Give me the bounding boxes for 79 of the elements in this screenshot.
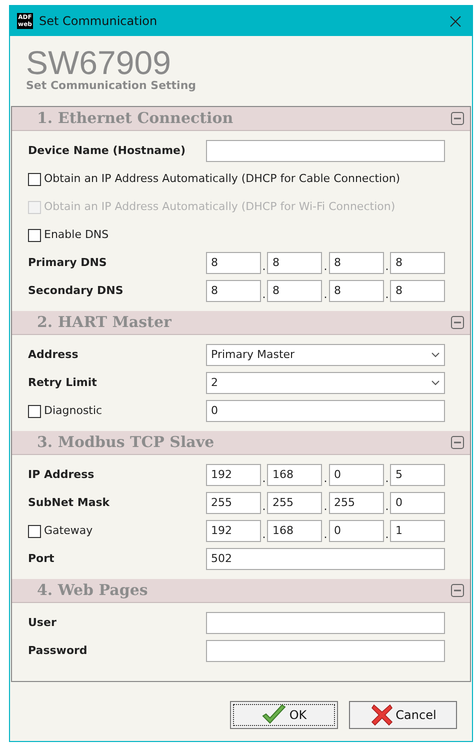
collapse-icon[interactable] xyxy=(451,436,464,449)
field-label: SubNet Mask xyxy=(28,494,111,511)
field-label: IP Address xyxy=(28,466,96,483)
ip-separator: . xyxy=(384,288,390,302)
collapse-icon[interactable] xyxy=(451,316,464,329)
section-title: 2. HART Master xyxy=(37,312,172,334)
checkbox[interactable] xyxy=(28,524,41,538)
checkbox-label: Obtain an IP Address Automatically (DHCP for Cable Connection) xyxy=(44,170,400,187)
field-label: Secondary DNS xyxy=(28,282,124,299)
ip-separator: . xyxy=(322,288,328,302)
ip-octet-field[interactable]: 8 xyxy=(206,252,261,274)
ip-octet-field[interactable]: 8 xyxy=(328,252,384,274)
ip-octet-field[interactable]: 8 xyxy=(267,280,322,302)
collapse-icon[interactable] xyxy=(451,112,464,125)
ip-octet-field[interactable]: 168 xyxy=(267,520,322,542)
checkmark-icon xyxy=(261,704,288,726)
cross-icon xyxy=(370,703,394,727)
ip-octet-field[interactable]: 192 xyxy=(206,464,261,486)
ip-separator: . xyxy=(384,260,390,274)
section-title: 4. Web Pages xyxy=(37,580,148,602)
input-field[interactable]: 0 xyxy=(206,400,445,422)
subtitle: Set Communication Setting xyxy=(26,80,198,92)
dropdown[interactable]: 2 xyxy=(206,372,445,394)
ip-octet-field[interactable]: 8 xyxy=(206,280,261,302)
close-icon[interactable] xyxy=(450,16,461,26)
ip-octet-field[interactable]: 0 xyxy=(328,520,384,542)
section-title: 3. Modbus TCP Slave xyxy=(37,432,214,454)
dialog-button[interactable]: OK xyxy=(230,701,338,729)
ip-octet-field[interactable]: 8 xyxy=(267,252,322,274)
ip-separator: . xyxy=(261,528,267,542)
field-label: Port xyxy=(28,550,56,567)
field-label: Primary DNS xyxy=(28,254,108,271)
ip-octet-field[interactable]: 0 xyxy=(390,492,445,514)
checkbox-label: Enable DNS xyxy=(44,226,109,243)
ip-separator: . xyxy=(322,472,328,486)
input-field[interactable] xyxy=(206,140,445,162)
ip-separator: . xyxy=(261,288,267,302)
ip-separator: . xyxy=(261,472,267,486)
product-title: SW67909 xyxy=(26,46,171,80)
chevron-down-icon xyxy=(431,380,440,386)
checkbox[interactable] xyxy=(28,172,41,186)
ip-separator: . xyxy=(384,528,390,542)
ip-octet-field[interactable]: 1 xyxy=(390,520,445,542)
checkbox-label: Gateway xyxy=(44,522,93,539)
checkbox-label: Obtain an IP Address Automatically (DHCP for Wi-Fi Connection) xyxy=(44,198,396,215)
ip-octet-field[interactable]: 255 xyxy=(267,492,322,514)
ip-octet-field[interactable]: 192 xyxy=(206,520,261,542)
ip-separator: . xyxy=(322,260,328,274)
ip-separator: . xyxy=(261,500,267,514)
checkbox-label: Diagnostic xyxy=(44,402,102,419)
ip-octet-field[interactable]: 168 xyxy=(267,464,322,486)
checkbox[interactable] xyxy=(28,404,41,418)
collapse-icon[interactable] xyxy=(451,584,464,597)
chevron-down-icon xyxy=(431,352,440,358)
dialog-button[interactable]: Cancel xyxy=(349,701,457,729)
ip-octet-field[interactable]: 255 xyxy=(328,492,384,514)
ip-octet-field[interactable]: 255 xyxy=(206,492,261,514)
input-field[interactable] xyxy=(206,612,445,634)
ip-octet-field[interactable]: 8 xyxy=(328,280,384,302)
ip-octet-field[interactable]: 8 xyxy=(390,252,445,274)
dropdown[interactable]: Primary Master xyxy=(206,344,445,366)
checkbox[interactable] xyxy=(28,228,41,242)
field-label: User xyxy=(28,614,58,631)
ip-separator: . xyxy=(261,260,267,274)
field-label: Password xyxy=(28,642,88,659)
field-label: Retry Limit xyxy=(28,374,98,391)
field-label: Address xyxy=(28,346,80,363)
input-field[interactable] xyxy=(206,640,445,662)
section-title: 1. Ethernet Connection xyxy=(37,108,234,130)
input-field[interactable]: 502 xyxy=(206,548,445,570)
ip-separator: . xyxy=(322,500,328,514)
ip-octet-field[interactable]: 5 xyxy=(390,464,445,486)
window-title: Set Communication xyxy=(39,13,158,30)
field-label: Device Name (Hostname) xyxy=(28,142,187,159)
ip-separator: . xyxy=(322,528,328,542)
ip-separator: . xyxy=(384,472,390,486)
ip-octet-field[interactable]: 0 xyxy=(328,464,384,486)
ip-separator: . xyxy=(384,500,390,514)
ip-octet-field[interactable]: 8 xyxy=(390,280,445,302)
